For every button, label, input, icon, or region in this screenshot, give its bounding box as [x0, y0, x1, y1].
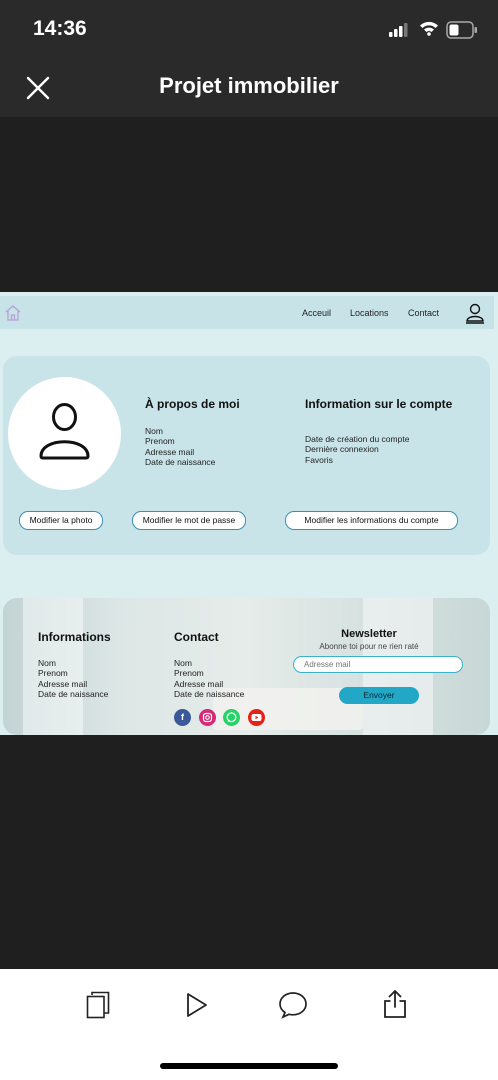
nav-home-link[interactable]: Acceuil: [302, 308, 331, 318]
about-field-email: Adresse mail: [145, 446, 195, 457]
about-fields: Nom Prenom Adresse mail Date de naissanc…: [145, 426, 215, 467]
play-icon[interactable]: [186, 992, 208, 1018]
edit-account-button[interactable]: Modifier les informations du compte: [285, 511, 458, 530]
status-time: 14:36: [33, 17, 87, 40]
cellular-signal-icon: [389, 23, 408, 37]
account-field-created: Date de création du compte: [305, 434, 410, 444]
footer-contact-birthdate: Date de naissance: [174, 688, 245, 699]
footer-info-title: Informations: [38, 630, 111, 644]
about-field-birthdate: Date de naissance: [145, 456, 216, 467]
pages-icon[interactable]: [86, 991, 110, 1019]
footer-contact-email: Adresse mail: [174, 678, 224, 689]
nav-contact-link[interactable]: Contact: [408, 308, 439, 318]
footer-contact-prenom: Prenom: [174, 668, 204, 679]
facebook-icon[interactable]: f: [174, 709, 191, 726]
battery-icon: [446, 21, 477, 39]
about-field-nom: Nom: [145, 426, 163, 436]
whatsapp-icon[interactable]: [223, 709, 240, 726]
account-field-last-login: Dernière connexion: [305, 444, 379, 455]
home-icon[interactable]: [4, 304, 22, 322]
about-title: À propos de moi: [145, 397, 240, 411]
footer-info-birthdate: Date de naissance: [38, 688, 109, 699]
newsletter-title: Newsletter: [341, 628, 397, 640]
prototype-preview: Acceuil Locations Contact À propos de mo…: [0, 292, 498, 735]
account-fields: Date de création du compte Dernière conn…: [305, 434, 409, 465]
home-indicator: [160, 1063, 338, 1069]
share-icon[interactable]: [383, 989, 407, 1019]
change-password-button[interactable]: Modifier le mot de passe: [132, 511, 246, 530]
footer-info-nom: Nom: [38, 658, 56, 668]
page-title: Projet immobilier: [159, 73, 339, 98]
newsletter-submit-button[interactable]: Envoyer: [339, 687, 419, 704]
wifi-icon: [420, 21, 438, 36]
account-field-favorites: Favoris: [305, 454, 333, 465]
account-title: Information sur le compte: [305, 397, 453, 411]
footer-info-fields: Nom Prenom Adresse mail Date de naissanc…: [38, 658, 108, 699]
change-photo-button[interactable]: Modifier la photo: [19, 511, 103, 530]
footer-info-email: Adresse mail: [38, 678, 88, 689]
footer-contact-nom: Nom: [174, 658, 192, 668]
instagram-icon[interactable]: [199, 709, 216, 726]
footer-contact-title: Contact: [174, 630, 219, 644]
newsletter-email-input[interactable]: [293, 656, 463, 673]
nav-locations-link[interactable]: Locations: [350, 308, 389, 318]
footer-contact-fields: Nom Prenom Adresse mail Date de naissanc…: [174, 658, 244, 699]
comment-icon[interactable]: [278, 991, 308, 1019]
youtube-icon[interactable]: [248, 709, 265, 726]
newsletter-subtitle: Abonne toi pour ne rien raté: [319, 642, 419, 651]
user-avatar-icon: [39, 403, 90, 460]
footer-info-prenom: Prenom: [38, 668, 68, 679]
user-account-icon[interactable]: [465, 302, 485, 324]
about-field-prenom: Prenom: [145, 436, 175, 447]
